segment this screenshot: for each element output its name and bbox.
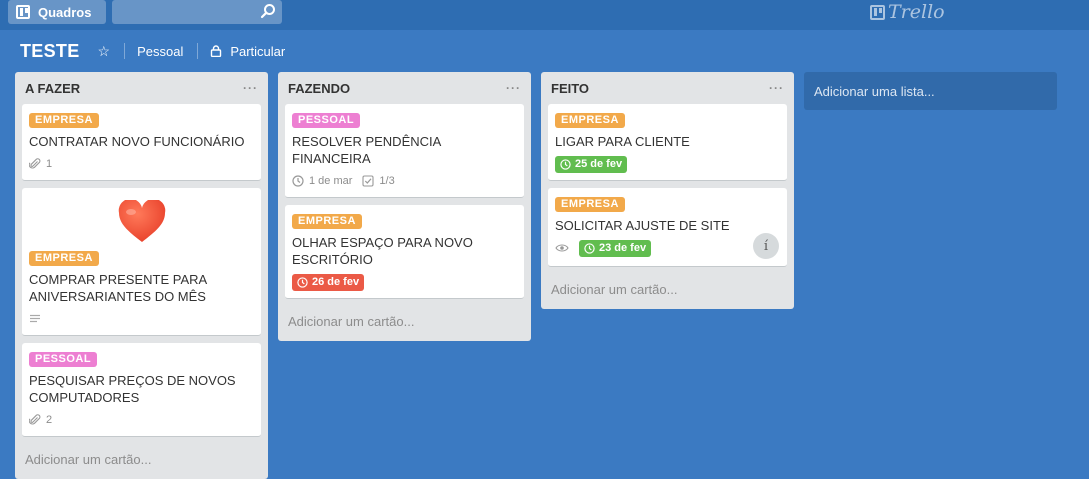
checklist-count: 1/3 — [379, 175, 395, 187]
card[interactable]: EMPRESA COMPRAR PRESENTE PARA ANIVERSARI… — [22, 188, 261, 336]
card[interactable]: PESSOAL PESQUISAR PREÇOS DE NOVOS COMPUT… — [22, 343, 261, 437]
add-list-button[interactable]: Adicionar uma lista... — [804, 72, 1057, 110]
due-date-text: 25 de fev — [575, 158, 623, 170]
list-a-fazer: A FAZER ··· EMPRESA CONTRATAR NOVO FUNCI… — [15, 72, 268, 479]
add-card-button[interactable]: Adicionar um cartão... — [15, 444, 268, 479]
list-title: FAZENDO — [288, 80, 351, 96]
checklist-badge: 1/3 — [362, 175, 395, 187]
checklist-icon — [362, 175, 374, 187]
card[interactable]: EMPRESA CONTRATAR NOVO FUNCIONÁRIO 1 — [22, 104, 261, 181]
due-date-badge-complete: 25 de fev — [555, 155, 628, 173]
privacy-label: Particular — [230, 43, 286, 59]
card-title: SOLICITAR AJUSTE DE SITE — [555, 218, 730, 233]
label-empresa: EMPRESA — [292, 214, 362, 229]
trello-logo-icon — [870, 4, 885, 20]
label-empresa: EMPRESA — [29, 113, 99, 128]
attachment-badge: 1 — [29, 158, 52, 170]
card-badges: 26 de fev — [292, 273, 517, 291]
boards-button[interactable]: Quadros — [8, 0, 106, 24]
card-title: RESOLVER PENDÊNCIA FINANCEIRA — [292, 134, 441, 166]
card-title: PESQUISAR PREÇOS DE NOVOS COMPUTADORES — [29, 373, 236, 405]
attachment-count: 2 — [46, 414, 53, 426]
star-icon[interactable]: ☆ — [98, 43, 111, 60]
label-pessoal: PESSOAL — [292, 113, 361, 128]
search-box — [112, 0, 282, 24]
boards-icon — [16, 5, 30, 19]
list-title: A FAZER — [25, 80, 81, 96]
team-link[interactable]: Pessoal — [137, 44, 183, 59]
card-title: CONTRATAR NOVO FUNCIONÁRIO — [29, 134, 245, 149]
due-date-badge-overdue: 26 de fev — [292, 273, 365, 291]
due-date-text: 23 de fev — [599, 242, 647, 254]
list-menu-icon[interactable]: ··· — [769, 81, 784, 95]
card-badges: 1 de mar 1/3 — [292, 172, 517, 190]
list-header[interactable]: FAZENDO ··· — [278, 72, 531, 104]
paperclip-icon — [29, 414, 41, 425]
list-menu-icon[interactable]: ··· — [506, 81, 521, 95]
clock-icon — [292, 175, 304, 187]
clock-icon — [560, 158, 571, 170]
search-input[interactable] — [112, 0, 282, 24]
card-cover — [29, 194, 254, 248]
card-badges: 2 — [29, 411, 254, 429]
label-empresa: EMPRESA — [555, 113, 625, 128]
member-avatar[interactable]: í — [753, 233, 779, 259]
card-title: OLHAR ESPAÇO PARA NOVO ESCRITÓRIO — [292, 235, 473, 267]
privacy-button[interactable]: Particular — [210, 44, 285, 59]
due-date-badge: 1 de mar — [292, 175, 352, 187]
trello-logo-text: Trello — [888, 1, 945, 23]
card[interactable]: EMPRESA OLHAR ESPAÇO PARA NOVO ESCRITÓRI… — [285, 205, 524, 299]
card-badges: 1 — [29, 155, 254, 173]
due-date-badge-complete: 23 de fev — [579, 239, 652, 257]
list-header[interactable]: A FAZER ··· — [15, 72, 268, 104]
card-badges: 23 de fev — [555, 239, 780, 257]
heart-icon — [118, 200, 165, 242]
label-empresa: EMPRESA — [555, 197, 625, 212]
list-header[interactable]: FEITO ··· — [541, 72, 794, 104]
eye-icon — [555, 244, 569, 252]
boards-button-label: Quadros — [38, 4, 92, 20]
header-divider — [197, 43, 199, 59]
board-title[interactable]: TESTE — [20, 41, 80, 62]
list-feito: FEITO ··· EMPRESA LIGAR PARA CLIENTE 25 … — [541, 72, 794, 309]
list-title: FEITO — [551, 80, 590, 96]
card-badges: 25 de fev — [555, 155, 780, 173]
trello-logo[interactable]: Trello — [870, 1, 945, 23]
header-divider — [124, 43, 126, 59]
clock-icon — [584, 242, 595, 254]
attachment-count: 1 — [46, 158, 53, 170]
paperclip-icon — [29, 158, 41, 169]
card[interactable]: PESSOAL RESOLVER PENDÊNCIA FINANCEIRA 1 … — [285, 104, 524, 198]
card[interactable]: EMPRESA LIGAR PARA CLIENTE 25 de fev — [548, 104, 787, 181]
card[interactable]: EMPRESA SOLICITAR AJUSTE DE SITE 23 de f… — [548, 188, 787, 267]
label-empresa: EMPRESA — [29, 251, 99, 266]
attachment-badge: 2 — [29, 414, 52, 426]
card-badges — [29, 310, 254, 328]
due-date-text: 1 de mar — [309, 175, 353, 187]
list-fazendo: FAZENDO ··· PESSOAL RESOLVER PENDÊNCIA F… — [278, 72, 531, 341]
top-bar: Quadros Trello — [0, 0, 1089, 30]
description-icon — [30, 314, 40, 323]
label-pessoal: PESSOAL — [29, 352, 98, 367]
due-date-text: 26 de fev — [312, 276, 360, 288]
list-menu-icon[interactable]: ··· — [243, 81, 258, 95]
clock-icon — [297, 276, 308, 288]
add-card-button[interactable]: Adicionar um cartão... — [278, 306, 531, 341]
search-icon[interactable] — [260, 3, 276, 19]
card-title: COMPRAR PRESENTE PARA ANIVERSARIANTES DO… — [29, 272, 207, 304]
add-card-button[interactable]: Adicionar um cartão... — [541, 274, 794, 309]
card-title: LIGAR PARA CLIENTE — [555, 134, 690, 149]
lock-icon — [211, 45, 222, 57]
board-header: TESTE ☆ Pessoal Particular — [0, 30, 1089, 72]
